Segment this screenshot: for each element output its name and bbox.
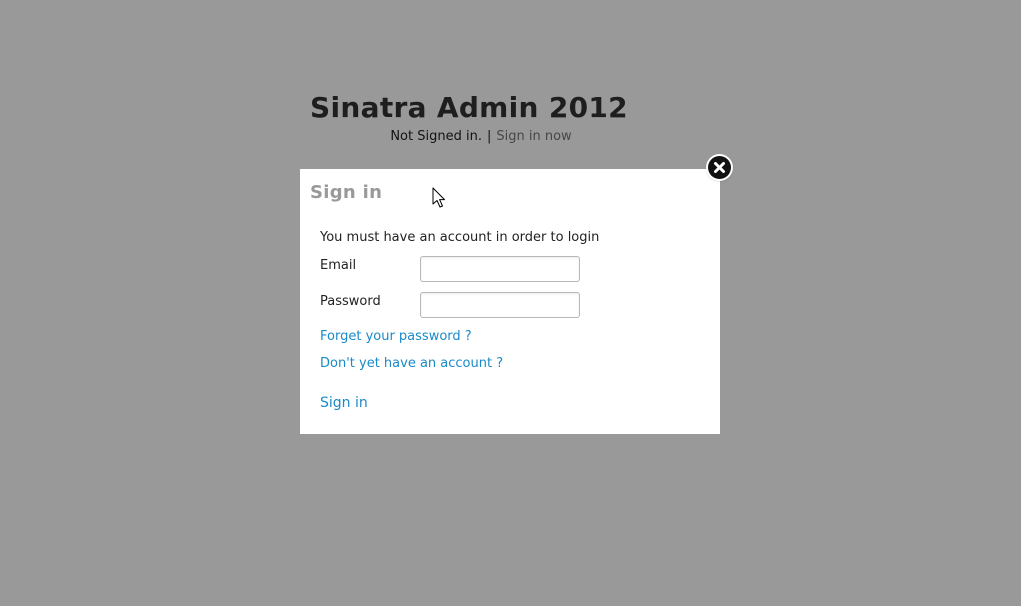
email-label: Email — [320, 258, 357, 273]
sign-in-dialog: Sign in You must have an account in orde… — [300, 169, 720, 434]
close-icon — [714, 162, 725, 173]
sign-in-button[interactable]: Sign in — [320, 395, 368, 411]
create-account-link[interactable]: Don't yet have an account ? — [320, 356, 503, 371]
password-label: Password — [320, 294, 381, 309]
password-field[interactable] — [420, 292, 580, 318]
dialog-title: Sign in — [310, 182, 383, 203]
mouse-pointer-icon — [432, 187, 445, 208]
dialog-intro-text: You must have an account in order to log… — [320, 230, 600, 245]
email-field[interactable] — [420, 256, 580, 282]
close-dialog-button[interactable] — [708, 156, 731, 179]
forgot-password-link[interactable]: Forget your password ? — [320, 329, 472, 344]
